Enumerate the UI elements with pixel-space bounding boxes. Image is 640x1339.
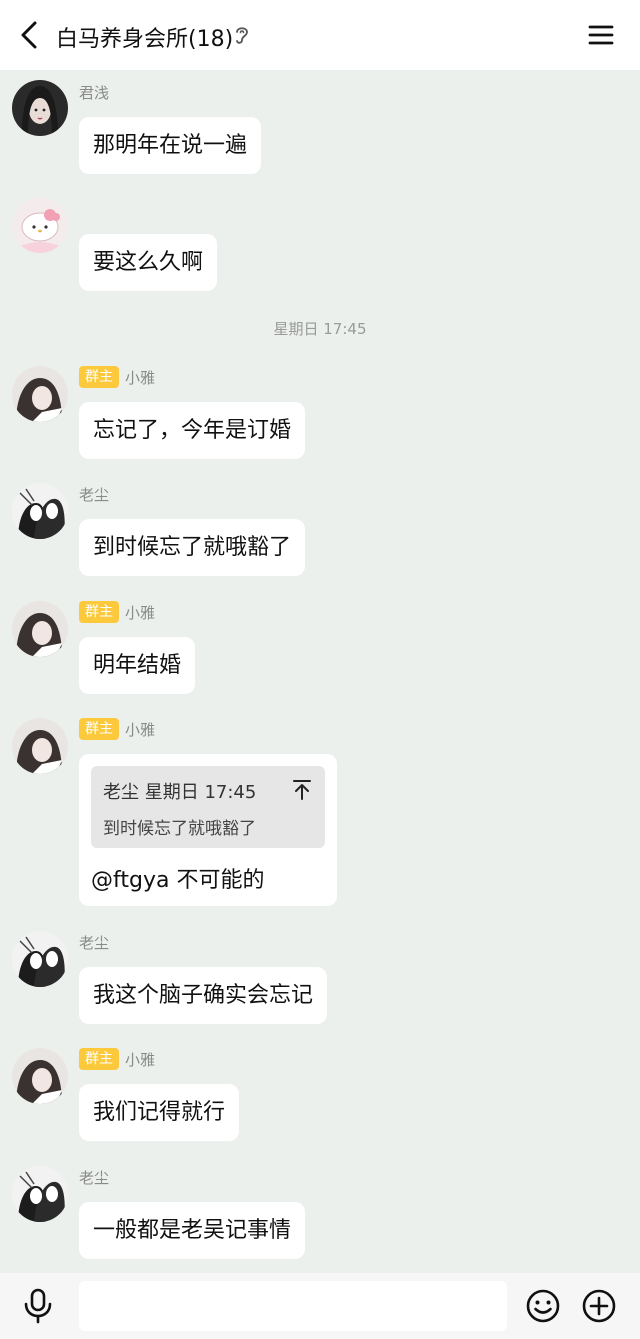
sender-name: 老尘 (79, 1168, 110, 1187)
message-meta: 君浅 (79, 81, 109, 103)
sender-name: 老尘 (79, 933, 110, 952)
timestamp-divider: 星期日 17:45 (273, 320, 367, 338)
quoted-message-text: 到时候忘了就哦豁了 (103, 819, 256, 839)
sender-name: 小雅 (125, 368, 156, 387)
avatar[interactable] (12, 197, 68, 253)
reply-text: @ftgya 不可能的 (91, 868, 265, 893)
ear-icon (236, 27, 248, 44)
message-meta: 群主 小雅 (79, 366, 155, 388)
avatar[interactable] (12, 718, 68, 774)
message-bubble[interactable]: 一般都是老吴记事情 (79, 1202, 306, 1259)
message-meta: 老尘 (79, 483, 109, 505)
reply-message-bubble[interactable]: 老尘 星期日 17:45 到时候忘了就哦豁了 @ftgya 不可能的 (79, 754, 337, 906)
emoji-button[interactable] (525, 1288, 561, 1324)
input-bar (0, 1273, 640, 1339)
sender-name: 小雅 (125, 1050, 156, 1069)
message-meta: 群主 小雅 (79, 1048, 155, 1070)
microphone-icon (24, 1288, 52, 1324)
avatar[interactable] (12, 1166, 68, 1222)
message-meta: 群主 小雅 (79, 601, 155, 623)
message-bubble[interactable]: 忘记了，今年是订婚 (79, 402, 306, 459)
avatar[interactable] (12, 366, 68, 422)
back-button[interactable] (12, 17, 46, 53)
quoted-message[interactable]: 老尘 星期日 17:45 到时候忘了就哦豁了 (91, 766, 325, 848)
group-owner-badge: 群主 (79, 601, 119, 623)
group-owner-badge: 群主 (79, 1048, 119, 1070)
menu-button[interactable] (584, 18, 618, 52)
voice-button[interactable] (20, 1287, 56, 1325)
emoji-icon (526, 1289, 560, 1323)
jump-to-quote-icon[interactable] (291, 778, 313, 802)
group-owner-badge: 群主 (79, 718, 119, 740)
avatar[interactable] (12, 931, 68, 987)
chevron-left-icon (21, 21, 37, 49)
quoted-message-header: 老尘 星期日 17:45 (103, 782, 257, 803)
message-meta: 群主 小雅 (79, 718, 155, 740)
menu-icon (588, 25, 614, 45)
more-button[interactable] (581, 1288, 617, 1324)
sender-name: 小雅 (125, 720, 156, 739)
chat-message-list[interactable]: 君浅 那明年在说一遍 要这么久啊 星期日 17:45 群主 小雅 忘记了，今年是… (0, 70, 640, 1273)
avatar[interactable] (12, 483, 68, 539)
message-meta: 老尘 (79, 931, 109, 953)
avatar[interactable] (12, 80, 68, 136)
message-bubble[interactable]: 我这个脑子确实会忘记 (79, 967, 328, 1024)
message-bubble[interactable]: 要这么久啊 (79, 234, 218, 291)
message-input[interactable] (79, 1281, 507, 1331)
top-bar: 白马养身会所(18) (0, 0, 640, 70)
sender-name: 老尘 (79, 485, 110, 504)
message-bubble[interactable]: 到时候忘了就哦豁了 (79, 519, 306, 576)
message-bubble[interactable]: 我们记得就行 (79, 1084, 240, 1141)
sender-name: 君浅 (79, 83, 110, 102)
sender-name: 小雅 (125, 603, 156, 622)
avatar[interactable] (12, 601, 68, 657)
message-meta: 老尘 (79, 1166, 109, 1188)
group-owner-badge: 群主 (79, 366, 119, 388)
plus-icon (582, 1289, 616, 1323)
message-bubble[interactable]: 那明年在说一遍 (79, 117, 262, 174)
chat-title: 白马养身会所(18) (56, 27, 234, 52)
avatar[interactable] (12, 1048, 68, 1104)
message-bubble[interactable]: 明年结婚 (79, 637, 196, 694)
